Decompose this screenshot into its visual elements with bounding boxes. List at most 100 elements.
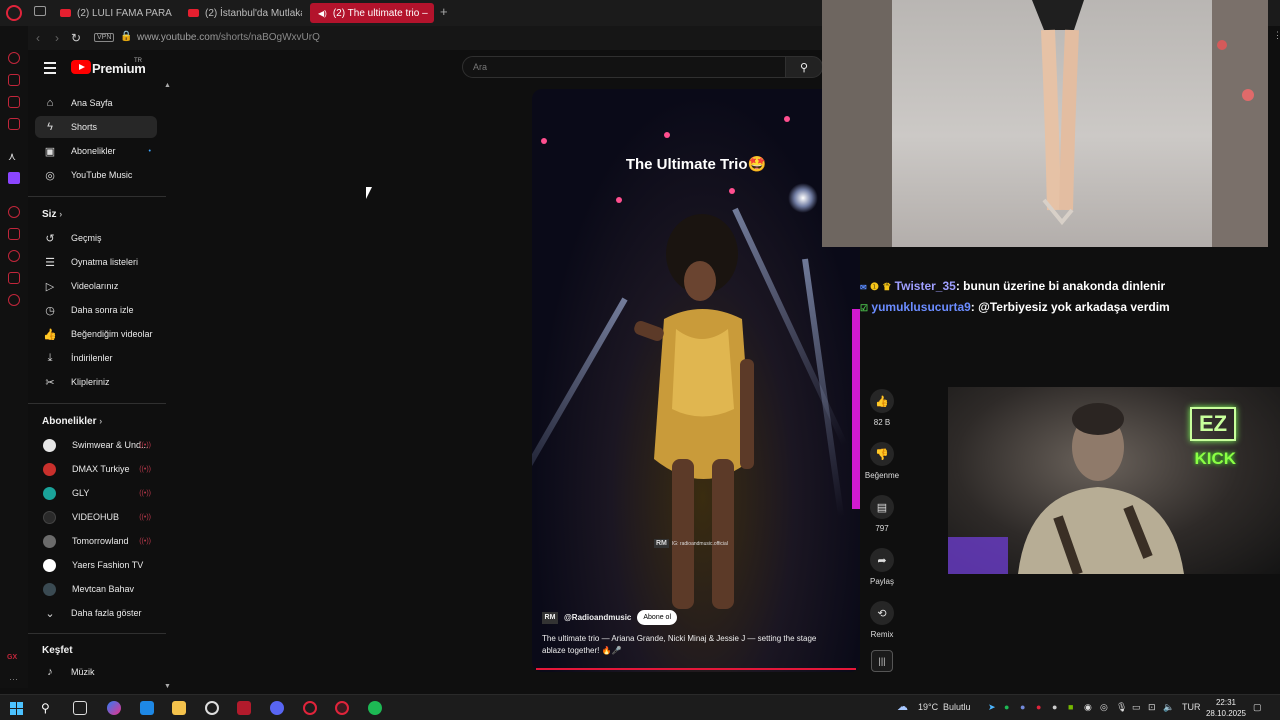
subscription-item[interactable]: GLY ((•)) xyxy=(35,482,157,504)
discord-icon[interactable] xyxy=(270,701,284,715)
lock-icon[interactable]: 🔒 xyxy=(120,31,132,42)
opera-taskbar-icon[interactable] xyxy=(303,701,317,715)
messenger-icon[interactable] xyxy=(8,96,20,108)
network-icon[interactable]: ⊡ xyxy=(1148,702,1156,713)
volume-icon[interactable]: 🔈 xyxy=(1163,702,1174,713)
subscription-item[interactable]: VIDEOHUB ((•)) xyxy=(35,506,157,528)
subscriptions-section-title[interactable]: Abonelikler › xyxy=(42,416,102,427)
opera-tray-icon[interactable]: ● xyxy=(1036,702,1041,712)
channel-name[interactable]: @Radioandmusic xyxy=(564,613,631,622)
player-icon[interactable] xyxy=(8,206,20,218)
like-button[interactable]: 👍 82 B xyxy=(862,389,902,427)
tab-menu-icon[interactable] xyxy=(34,6,46,16)
steam-tray-icon[interactable]: ● xyxy=(1052,702,1057,712)
dislike-button[interactable]: 👎 Beğenme xyxy=(862,442,902,480)
reload-icon[interactable]: ↻ xyxy=(71,31,81,45)
spotify-tray-icon[interactable]: ● xyxy=(1004,702,1009,712)
sidebar-item-home[interactable]: ⌂ Ana Sayfa xyxy=(35,92,157,114)
network-activity-icon[interactable]: ◉ xyxy=(1084,702,1092,713)
nvidia-tray-icon[interactable]: ■ xyxy=(1068,702,1073,712)
subscription-item[interactable]: Mevtcan Bahav xyxy=(35,578,157,600)
menu-icon[interactable] xyxy=(44,62,56,77)
url-field[interactable]: www.youtube.com/shorts/naBOgWxvUrQ xyxy=(137,32,320,43)
opera-gx-taskbar-icon[interactable] xyxy=(335,701,349,715)
tab-1[interactable]: (2) LULI FAMA PARAISO A xyxy=(52,3,172,23)
more-icon[interactable]: ··· xyxy=(9,674,18,684)
obs-icon[interactable] xyxy=(205,701,219,715)
subscription-item[interactable]: Yaers Fashion TV xyxy=(35,554,157,576)
sidebar-item-playlists[interactable]: ☰ Oynatma listeleri xyxy=(35,251,157,273)
tab-3-active[interactable]: ◀) (2) The ultimate trio – xyxy=(310,3,434,23)
scroll-down-icon[interactable]: ▼ xyxy=(164,683,171,690)
microphone-icon[interactable]: 🎙 xyxy=(1116,702,1127,713)
new-tab-button[interactable]: + xyxy=(440,4,448,19)
remix-button[interactable]: ⟲ Remix xyxy=(862,601,902,639)
vpn-badge[interactable]: VPN xyxy=(94,33,115,42)
speed-dial-icon[interactable] xyxy=(8,52,20,64)
search-taskbar-icon[interactable]: ⚲ xyxy=(41,701,55,715)
outlook-icon[interactable] xyxy=(140,701,154,715)
channel-avatar[interactable]: RM xyxy=(542,611,558,624)
telegram-tray-icon[interactable]: ➤ xyxy=(988,702,996,713)
back-icon[interactable]: ‹ xyxy=(36,31,40,45)
twitch-icon[interactable] xyxy=(8,172,20,184)
task-view-icon[interactable] xyxy=(73,701,87,715)
voicemod-icon[interactable] xyxy=(237,701,251,715)
extensions-sidebar-icon[interactable] xyxy=(8,272,20,284)
youtube-logo-icon[interactable] xyxy=(71,60,91,74)
live-icon: ((•)) xyxy=(139,441,151,449)
sidebar-item-downloads[interactable]: ⤓ İndirilenler xyxy=(35,347,157,369)
sidebar-item-youtube-music[interactable]: ◎ YouTube Music xyxy=(35,164,157,186)
comment-button[interactable]: ▤ 797 xyxy=(862,495,902,533)
pinboard-icon[interactable] xyxy=(8,228,20,240)
subscription-item[interactable]: Tomorrowland ((•)) xyxy=(35,530,157,552)
tab-2[interactable]: (2) İstanbul'da Mutlaka Y xyxy=(180,3,302,23)
you-section-title[interactable]: Siz › xyxy=(42,209,62,220)
share-button[interactable]: ➦ Paylaş xyxy=(862,548,902,586)
aria-icon[interactable]: ⋏ xyxy=(8,150,16,163)
discord-tray-icon[interactable]: ● xyxy=(1020,702,1025,712)
shorts-icon: ϟ xyxy=(47,121,53,133)
file-explorer-icon[interactable] xyxy=(172,701,186,715)
opera-logo-icon[interactable] xyxy=(6,5,22,21)
subscription-item[interactable]: DMAX Turkiye ((•)) xyxy=(35,458,157,480)
notifications-icon[interactable]: ▢ xyxy=(1253,702,1262,713)
forward-icon[interactable]: › xyxy=(55,31,59,45)
copilot-icon[interactable] xyxy=(107,701,121,715)
search-button[interactable]: ⚲ xyxy=(785,56,823,78)
sidebar-item-subscriptions[interactable]: ▣ Abonelikler • xyxy=(35,140,157,162)
gx-icon[interactable]: GX xyxy=(7,654,17,661)
sidebar-item-your-videos[interactable]: ▷ Videolarınız xyxy=(35,275,157,297)
video-description[interactable]: The ultimate trio — Ariana Grande, Nicki… xyxy=(542,633,832,657)
spotify-icon[interactable] xyxy=(368,701,382,715)
instagram-icon[interactable] xyxy=(8,118,20,130)
clock[interactable]: 22:31 28.10.2025 xyxy=(1206,697,1246,719)
search-input[interactable]: Ara xyxy=(462,56,786,78)
display-icon[interactable]: ▭ xyxy=(1132,702,1141,713)
remix-label: Remix xyxy=(870,630,894,639)
windows-start-icon[interactable] xyxy=(10,701,24,715)
page-menu-icon[interactable]: ⋮ xyxy=(1273,30,1280,41)
weather-icon[interactable]: ☁ xyxy=(897,700,908,713)
bookmarks-icon[interactable] xyxy=(8,74,20,86)
sidebar-item-liked-videos[interactable]: 👍 Beğendiğim videolar xyxy=(35,323,157,345)
scroll-up-icon[interactable]: ▲ xyxy=(164,82,171,89)
settings-icon[interactable] xyxy=(8,294,20,306)
language-indicator[interactable]: TUR xyxy=(1182,702,1201,712)
sound-waveform-icon[interactable]: ||| xyxy=(871,650,893,672)
weather-temp[interactable]: 19°C xyxy=(918,702,938,712)
mouse-cursor xyxy=(366,187,372,199)
sidebar-item-clips[interactable]: ✂ Klipleriniz xyxy=(35,371,157,393)
history-sidebar-icon[interactable] xyxy=(8,250,20,262)
sidebar-item-shorts[interactable]: ϟ Shorts xyxy=(35,116,157,138)
weather-text[interactable]: Bulutlu xyxy=(943,702,971,712)
sidebar-item-history[interactable]: ↺ Geçmiş xyxy=(35,227,157,249)
shorts-video-player[interactable]: The Ultimate Trio🤩 RM IG: radioandmusic.… xyxy=(532,89,860,672)
subscribe-button[interactable]: Abone ol xyxy=(637,610,678,625)
show-more-button[interactable]: ⌄ Daha fazla göster xyxy=(35,602,157,624)
subscription-item[interactable]: Swimwear & Und... ((•)) xyxy=(35,434,157,456)
sidebar-item-watch-later[interactable]: ◷ Daha sonra izle xyxy=(35,299,157,321)
security-tray-icon[interactable]: ◎ xyxy=(1100,702,1108,713)
sidebar-item-music[interactable]: ♪ Müzik xyxy=(35,661,157,683)
video-progress-bar[interactable] xyxy=(536,668,856,670)
